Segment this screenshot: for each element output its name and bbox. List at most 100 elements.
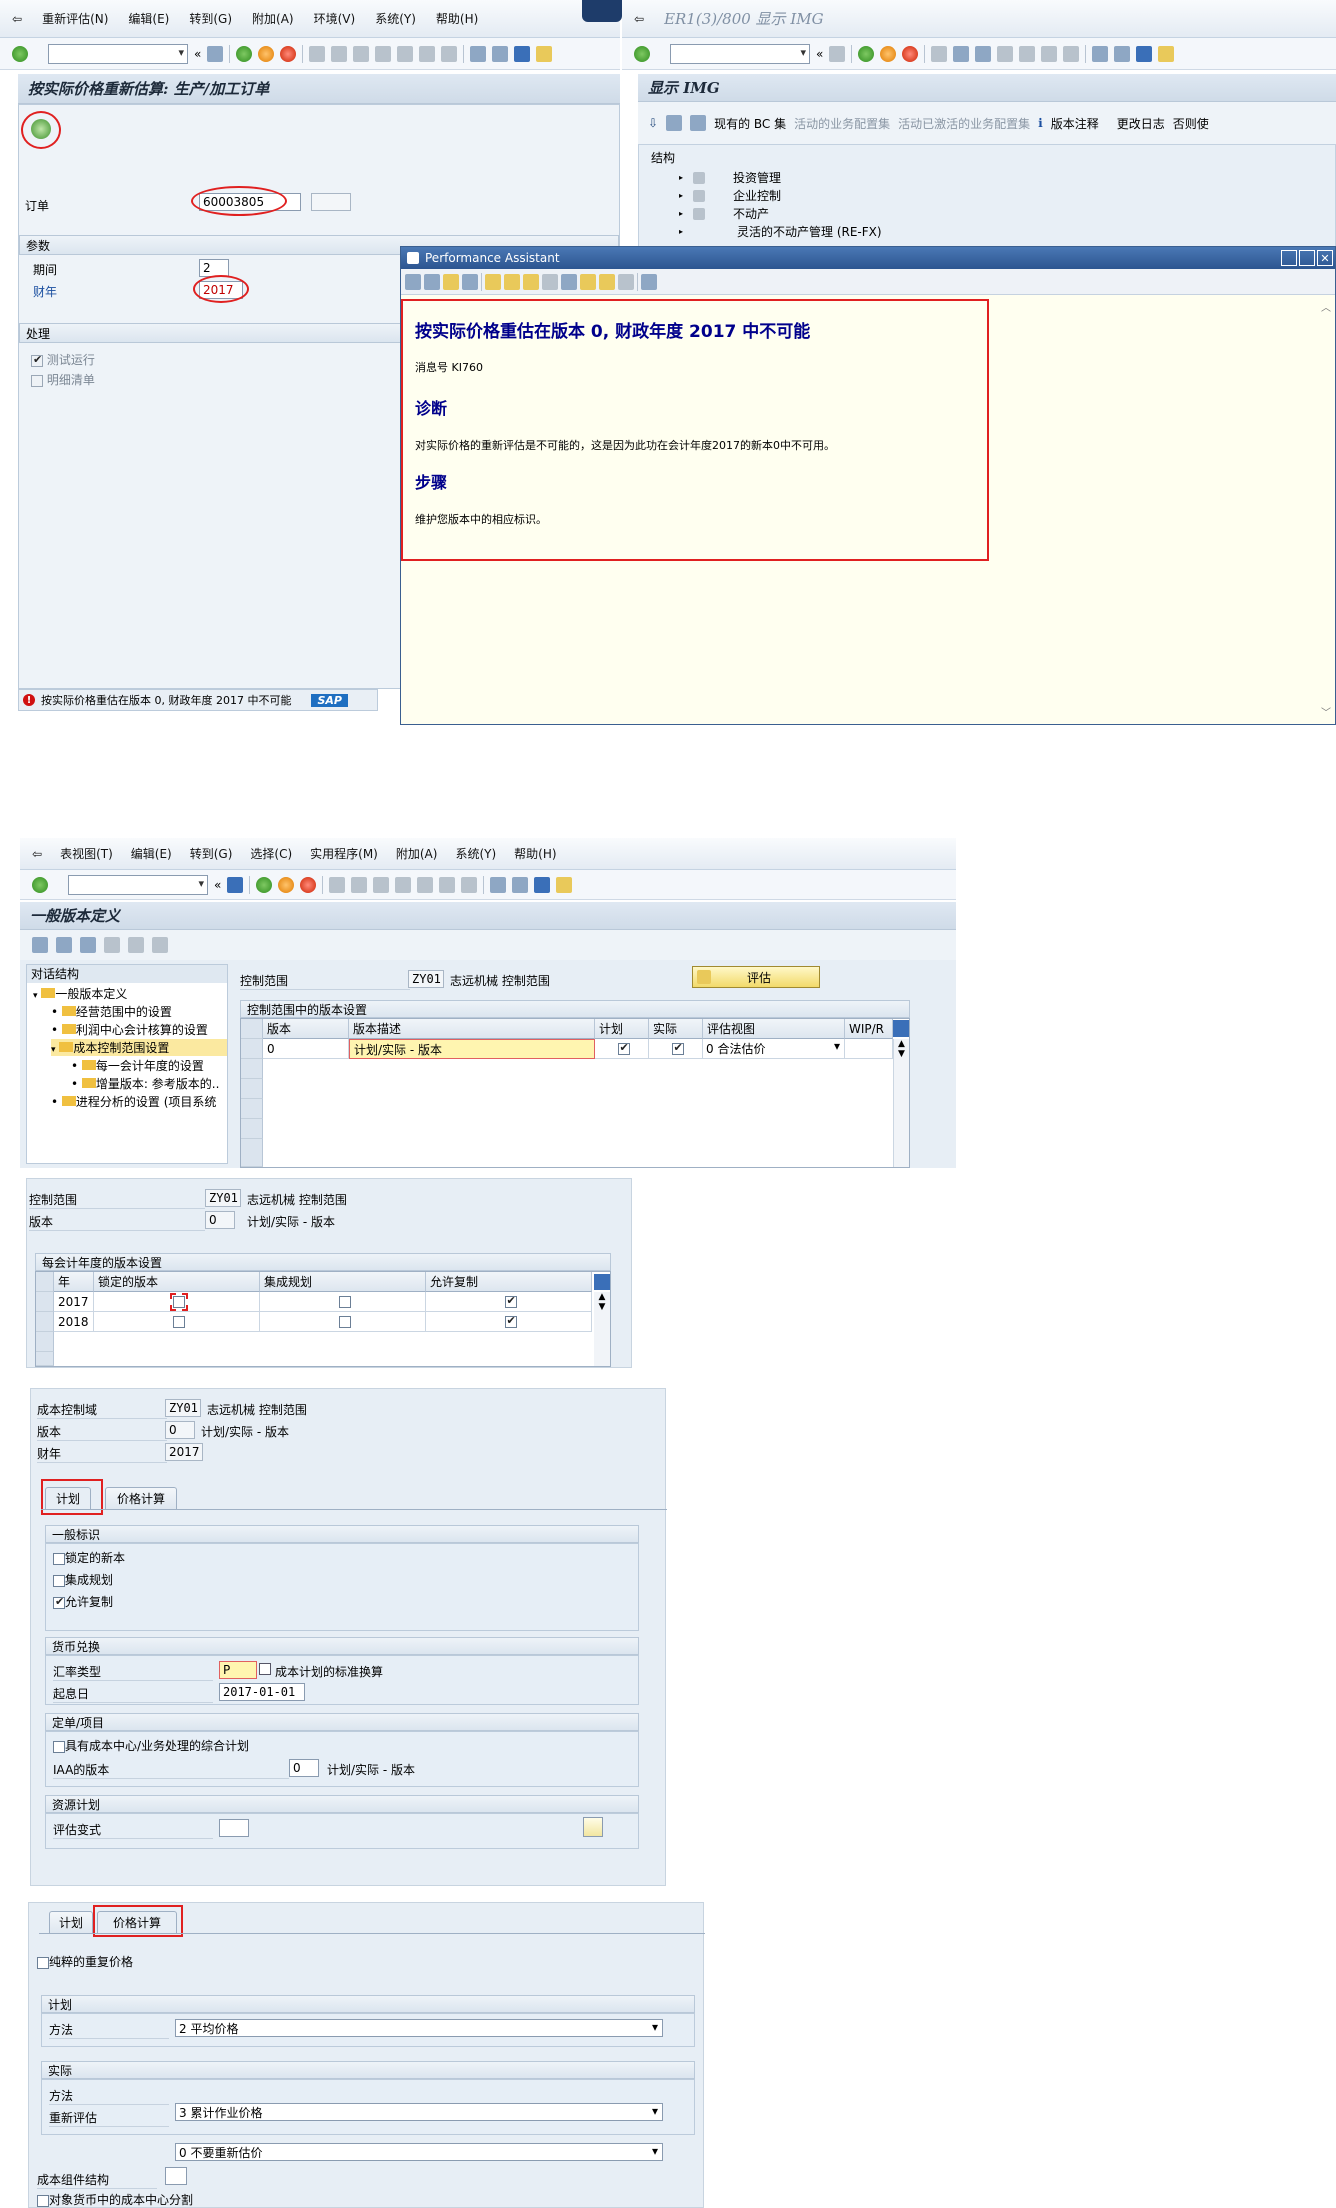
- expand-arrow-icon[interactable]: ▸: [679, 209, 683, 218]
- collapse-arrow-icon[interactable]: ▾: [51, 1045, 56, 1055]
- wip-cell[interactable]: [845, 1039, 893, 1059]
- last-page-icon[interactable]: [461, 876, 478, 893]
- new-session-icon[interactable]: [470, 45, 487, 62]
- prev-page-icon[interactable]: [397, 45, 414, 62]
- shortcut-icon[interactable]: [512, 876, 529, 893]
- row-selector[interactable]: [241, 1139, 263, 1167]
- col-header-plan[interactable]: 计划: [595, 1019, 649, 1039]
- row-selector[interactable]: [241, 1119, 263, 1139]
- deselect-icon[interactable]: [152, 937, 168, 953]
- locked-checkbox[interactable]: [53, 1552, 65, 1565]
- where-used-icon[interactable]: [666, 115, 683, 131]
- collapse-icon[interactable]: «: [816, 47, 823, 61]
- menu-item[interactable]: 实用程序(M): [310, 845, 378, 862]
- command-field[interactable]: [68, 874, 208, 895]
- help-icon[interactable]: [1136, 45, 1153, 62]
- new-session-icon[interactable]: [490, 876, 507, 893]
- col-header-integrated[interactable]: 集成规划: [260, 1272, 426, 1292]
- scroll-up-icon[interactable]: ︿: [1321, 299, 1331, 314]
- link-icon[interactable]: [523, 273, 539, 290]
- cancel-icon[interactable]: [280, 45, 297, 62]
- next-page-icon[interactable]: [419, 45, 436, 62]
- edit-icon[interactable]: [485, 273, 501, 290]
- menu-item[interactable]: 附加(A): [252, 10, 294, 27]
- shortcut-icon[interactable]: [1114, 45, 1131, 62]
- integrated-checkbox[interactable]: [338, 1295, 351, 1308]
- eval-button[interactable]: 评估: [692, 966, 820, 988]
- table-settings-icon[interactable]: [893, 1020, 909, 1037]
- shortcut-icon[interactable]: [492, 45, 509, 62]
- integrated-checkbox[interactable]: [338, 1315, 351, 1328]
- test-run-checkbox[interactable]: [31, 353, 43, 367]
- new-entries-icon[interactable]: [56, 937, 72, 953]
- integrated-cell[interactable]: [260, 1292, 426, 1312]
- back-icon[interactable]: [236, 45, 253, 62]
- desc-cell[interactable]: 计划/实际 - 版本: [349, 1039, 595, 1059]
- integrated-checkbox[interactable]: [53, 1574, 65, 1587]
- cancel-icon[interactable]: [300, 876, 317, 893]
- back-arrow-icon[interactable]: [405, 273, 421, 290]
- row-selector-header[interactable]: [36, 1272, 54, 1292]
- col-header-actual[interactable]: 实际: [649, 1019, 703, 1039]
- find-next-icon[interactable]: [975, 45, 992, 62]
- menu-item[interactable]: 系统(Y): [455, 845, 496, 862]
- iaa-field[interactable]: 0: [289, 1759, 319, 1777]
- back-icon[interactable]: [256, 876, 273, 893]
- menu-item[interactable]: 编辑(E): [131, 845, 172, 862]
- row-selector[interactable]: [36, 1312, 54, 1332]
- help-icon[interactable]: [534, 876, 551, 893]
- window-icon[interactable]: [561, 273, 577, 290]
- menu-item[interactable]: 表视图(T): [60, 845, 113, 862]
- pa-window-buttons[interactable]: ✕: [1281, 250, 1335, 266]
- detail-list-checkbox[interactable]: [31, 374, 43, 387]
- locked-checkbox[interactable]: [169, 1292, 188, 1311]
- note-icon[interactable]: [580, 273, 596, 290]
- row-selector-header[interactable]: [241, 1019, 263, 1039]
- prev-page-icon[interactable]: [1019, 45, 1036, 62]
- tree-node[interactable]: ▾ 成本控制范围设置: [51, 1039, 227, 1056]
- menu-item[interactable]: 编辑(E): [128, 10, 169, 27]
- first-page-icon[interactable]: [997, 45, 1014, 62]
- tree-node[interactable]: • 每一会计年度的设置: [71, 1057, 204, 1074]
- find-icon[interactable]: [953, 45, 970, 62]
- settings-icon[interactable]: [504, 273, 520, 290]
- plan-method-select[interactable]: 2 平均价格: [175, 2019, 663, 2037]
- tree-item[interactable]: ▸ 不动产: [679, 205, 769, 222]
- find-next-icon[interactable]: [373, 876, 390, 893]
- print-icon[interactable]: [931, 45, 948, 62]
- enter-icon[interactable]: [634, 45, 650, 62]
- menu-item[interactable]: 帮助(H): [436, 10, 478, 27]
- comp-field[interactable]: [165, 2167, 187, 2185]
- col-header-locked[interactable]: 锁定的版本: [94, 1272, 260, 1292]
- exit-icon[interactable]: ⇦: [12, 12, 22, 26]
- pure-revalue-checkbox[interactable]: [37, 1956, 49, 1969]
- cc-plan-checkbox[interactable]: [53, 1740, 65, 1753]
- integrated-cell[interactable]: [260, 1312, 426, 1332]
- formula-field[interactable]: [219, 1819, 249, 1837]
- last-page-icon[interactable]: [441, 45, 458, 62]
- tree-item[interactable]: ▸ 灵活的不动产管理 (RE-FX): [679, 223, 882, 240]
- copy-checkbox[interactable]: [504, 1294, 517, 1308]
- plan-cell[interactable]: [595, 1039, 649, 1059]
- menu-item[interactable]: 环境(V): [314, 10, 356, 27]
- menu-item[interactable]: 转到(G): [189, 10, 232, 27]
- exit-green-icon[interactable]: [278, 876, 295, 893]
- locked-cell[interactable]: [94, 1312, 260, 1332]
- tree-item[interactable]: ▸ 企业控制: [679, 187, 781, 204]
- status-message[interactable]: 按实际价格重估在版本 0, 财政年度 2017 中不可能: [41, 692, 291, 708]
- enter-icon[interactable]: [32, 876, 48, 893]
- reval-select[interactable]: 0 不要重新估价: [175, 2143, 663, 2161]
- help-icon[interactable]: [514, 45, 531, 62]
- actual-checkbox[interactable]: [671, 1041, 684, 1055]
- exit-icon[interactable]: ⇦: [634, 12, 644, 26]
- table-scrollbar[interactable]: ▲ ▼: [893, 1039, 909, 1167]
- techinfo-icon[interactable]: [462, 273, 478, 290]
- expand-icon[interactable]: ⇩: [648, 116, 658, 130]
- collapse-icon[interactable]: «: [194, 47, 201, 61]
- version-cell[interactable]: 0: [263, 1039, 349, 1059]
- copy-cell[interactable]: [426, 1292, 592, 1312]
- select-all-icon[interactable]: [104, 937, 120, 953]
- copy-cell[interactable]: [426, 1312, 592, 1332]
- locked-cell[interactable]: [94, 1292, 260, 1312]
- undo-icon[interactable]: [80, 937, 96, 953]
